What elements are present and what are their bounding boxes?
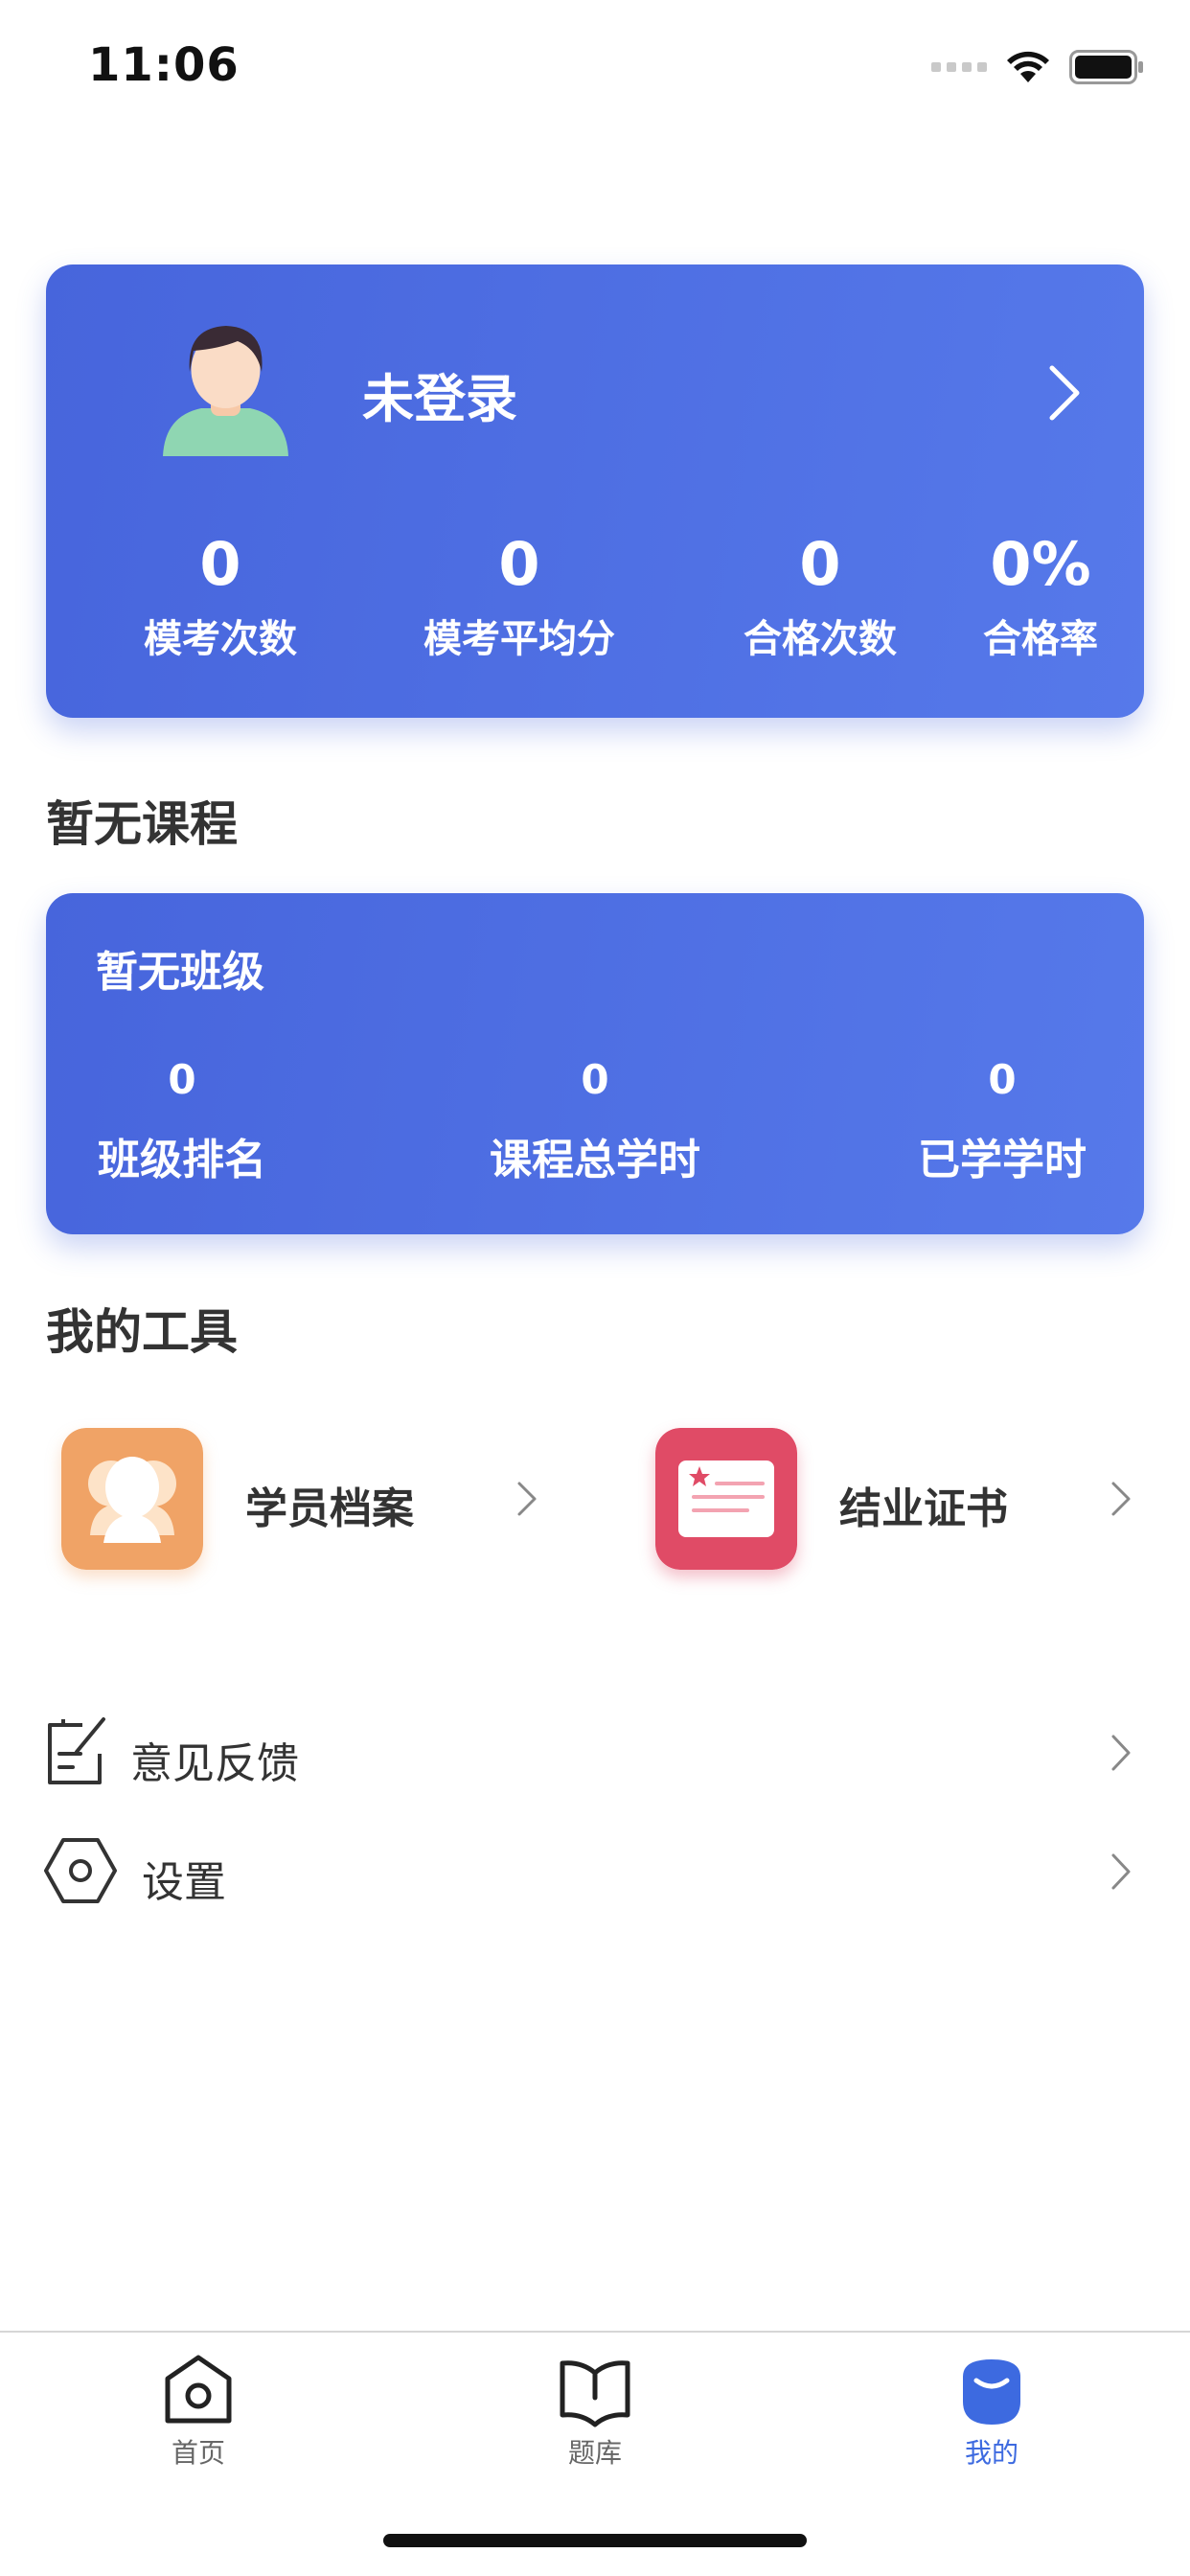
chevron-right-icon bbox=[517, 1482, 537, 1516]
profile-icon bbox=[963, 2359, 1020, 2425]
tab-label: 首页 bbox=[171, 2437, 225, 2469]
tools-section-title: 我的工具 bbox=[46, 1304, 238, 1360]
signal-icon bbox=[931, 62, 987, 72]
settings-icon bbox=[44, 1838, 117, 1903]
chevron-right-icon bbox=[1111, 1853, 1131, 1890]
tab-label: 我的 bbox=[964, 2437, 1018, 2469]
wifi-icon bbox=[1007, 51, 1049, 82]
stat-value: 0 bbox=[498, 529, 540, 599]
class-card[interactable]: 暂无班级 0 班级排名 0 课程总学时 0 已学学时 bbox=[46, 893, 1144, 1234]
home-indicator bbox=[383, 2534, 807, 2547]
stat-label: 班级排名 bbox=[98, 1136, 266, 1184]
feedback-icon bbox=[48, 1717, 105, 1784]
battery-icon bbox=[1069, 50, 1143, 84]
stat-label: 已学学时 bbox=[918, 1136, 1087, 1184]
tool-label: 结业证书 bbox=[839, 1484, 1008, 1533]
tab-question-bank[interactable]: 题库 bbox=[499, 2352, 691, 2471]
avatar-icon bbox=[163, 326, 288, 456]
profile-card[interactable]: 未登录 0 模考次数 0 模考平均分 0 合格次数 0% 合格率 bbox=[46, 264, 1144, 718]
stat-value: 0 bbox=[581, 1056, 609, 1103]
stat-label: 模考平均分 bbox=[423, 617, 615, 661]
tool-student-profile[interactable]: 学员档案 bbox=[46, 1428, 583, 1572]
list-item-feedback[interactable]: 意见反馈 bbox=[0, 1715, 1190, 1802]
book-icon bbox=[560, 2360, 630, 2427]
page: 11:06 未登录 0 模考次数 0 模考平均分 0 合格次数 0% 合格率 暂… bbox=[0, 0, 1190, 2576]
certificate-icon bbox=[655, 1428, 797, 1570]
chevron-right-icon bbox=[1111, 1482, 1131, 1516]
course-total-hours: 0 课程总学时 bbox=[451, 1056, 739, 1186]
status-time: 11:06 bbox=[88, 38, 240, 92]
stat-pass-rate: 0% 合格率 bbox=[945, 531, 1136, 663]
status-icons bbox=[931, 50, 1144, 84]
stat-value: 0 bbox=[168, 1056, 196, 1103]
stat-value: 0% bbox=[990, 529, 1091, 599]
status-bar: 11:06 bbox=[0, 0, 1190, 144]
tab-home[interactable]: 首页 bbox=[103, 2352, 294, 2471]
tool-certificate[interactable]: 结业证书 bbox=[640, 1428, 1177, 1572]
learned-hours: 0 已学学时 bbox=[858, 1056, 1146, 1186]
stat-average-score: 0 模考平均分 bbox=[385, 531, 653, 663]
login-status[interactable]: 未登录 bbox=[362, 356, 517, 432]
chevron-right-icon[interactable] bbox=[1044, 364, 1083, 422]
course-section-title: 暂无课程 bbox=[46, 796, 238, 852]
stat-value: 0 bbox=[988, 1056, 1017, 1103]
home-icon bbox=[165, 2355, 232, 2424]
stat-pass-count: 0 合格次数 bbox=[686, 531, 954, 663]
stat-label: 模考次数 bbox=[144, 617, 297, 661]
student-profile-icon bbox=[61, 1428, 203, 1570]
stat-value: 0 bbox=[199, 529, 241, 599]
class-rank: 0 班级排名 bbox=[38, 1056, 326, 1186]
stat-label: 合格次数 bbox=[744, 617, 897, 661]
list-label: 意见反馈 bbox=[130, 1739, 299, 1788]
list-item-settings[interactable]: 设置 bbox=[0, 1834, 1190, 1920]
chevron-right-icon bbox=[1111, 1735, 1131, 1771]
stat-label: 课程总学时 bbox=[490, 1136, 700, 1184]
tool-label: 学员档案 bbox=[245, 1484, 414, 1533]
tab-mine[interactable]: 我的 bbox=[896, 2352, 1087, 2471]
stat-exam-count: 0 模考次数 bbox=[86, 531, 355, 663]
tab-label: 题库 bbox=[567, 2437, 622, 2469]
list-label: 设置 bbox=[142, 1858, 226, 1907]
stat-value: 0 bbox=[799, 529, 841, 599]
stat-label: 合格率 bbox=[983, 617, 1098, 661]
class-title: 暂无班级 bbox=[96, 948, 264, 997]
